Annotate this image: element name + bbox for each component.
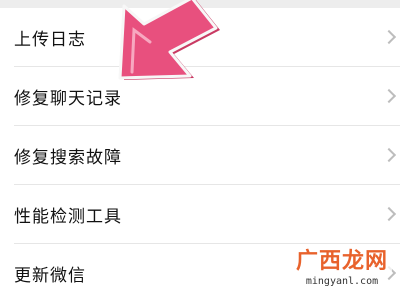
upload-log-item[interactable]: 上传日志 (0, 8, 400, 67)
chevron-right-icon (381, 88, 397, 103)
update-wechat-label: 更新微信 (14, 266, 86, 286)
upload-log-label: 上传日志 (14, 30, 86, 50)
top-background-strip (0, 0, 400, 8)
settings-list: 上传日志 修复聊天记录 修复搜索故障 性能检测工具 更新微信 (0, 8, 400, 300)
chevron-right-icon (381, 206, 397, 221)
update-wechat-item[interactable]: 更新微信 (0, 244, 400, 300)
chevron-right-icon (381, 147, 397, 162)
repair-search-fault-label: 修复搜索故障 (14, 148, 122, 168)
repair-chat-history-label: 修复聊天记录 (14, 89, 122, 109)
chevron-right-icon (381, 265, 397, 280)
performance-test-tool-item[interactable]: 性能检测工具 (0, 185, 400, 244)
repair-search-fault-item[interactable]: 修复搜索故障 (0, 126, 400, 185)
repair-chat-history-item[interactable]: 修复聊天记录 (0, 67, 400, 126)
performance-test-tool-label: 性能检测工具 (14, 207, 122, 227)
chevron-right-icon (381, 29, 397, 44)
